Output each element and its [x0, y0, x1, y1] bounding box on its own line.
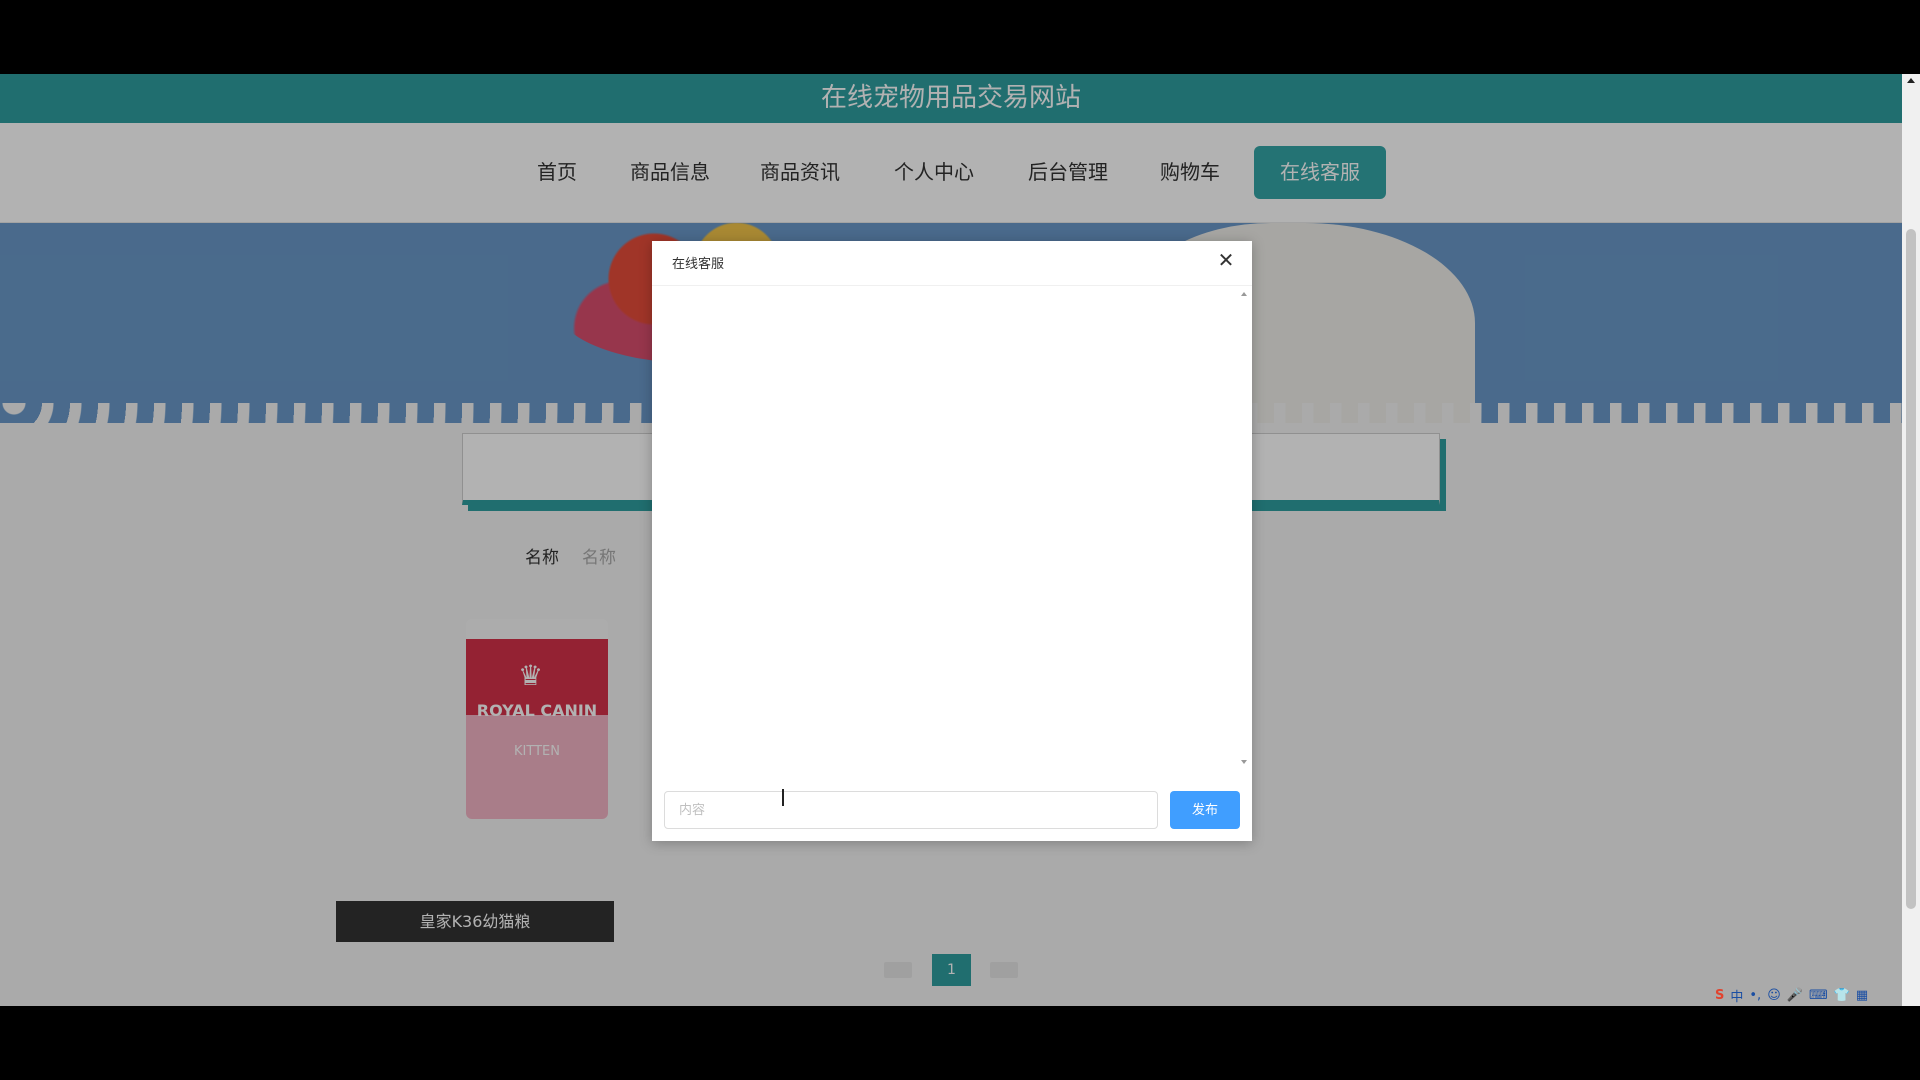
- send-button[interactable]: 发布: [1170, 791, 1240, 829]
- ime-mic-icon[interactable]: 🎤: [1787, 988, 1803, 1003]
- customer-service-dialog: 在线客服 ✕ 发布: [652, 241, 1252, 841]
- chat-scroll-down-icon[interactable]: [1241, 760, 1247, 764]
- page-scrollbar[interactable]: [1902, 74, 1920, 1006]
- chat-message-area[interactable]: [652, 286, 1252, 770]
- text-cursor-icon: [782, 789, 784, 806]
- ime-menu-icon[interactable]: ▦: [1856, 988, 1868, 1003]
- ime-mode-icon[interactable]: 中: [1730, 986, 1743, 1005]
- chat-scrollbar[interactable]: [1240, 292, 1248, 764]
- ime-keyboard-icon[interactable]: ⌨: [1809, 988, 1828, 1003]
- close-icon[interactable]: ✕: [1216, 250, 1236, 270]
- ime-emoji-icon[interactable]: ☺: [1767, 988, 1781, 1003]
- ime-toolbar: S 中 •, ☺ 🎤 ⌨ 👕 ▦: [1715, 986, 1868, 1005]
- ime-punct-icon[interactable]: •,: [1749, 988, 1761, 1003]
- scroll-up-arrow-icon[interactable]: [1907, 78, 1915, 83]
- chat-input[interactable]: [664, 791, 1158, 829]
- ime-skin-icon[interactable]: 👕: [1834, 988, 1850, 1003]
- sogou-ime-icon[interactable]: S: [1715, 988, 1724, 1003]
- chat-scroll-up-icon[interactable]: [1241, 292, 1247, 296]
- dialog-title: 在线客服: [672, 257, 725, 272]
- scrollbar-thumb[interactable]: [1906, 229, 1916, 909]
